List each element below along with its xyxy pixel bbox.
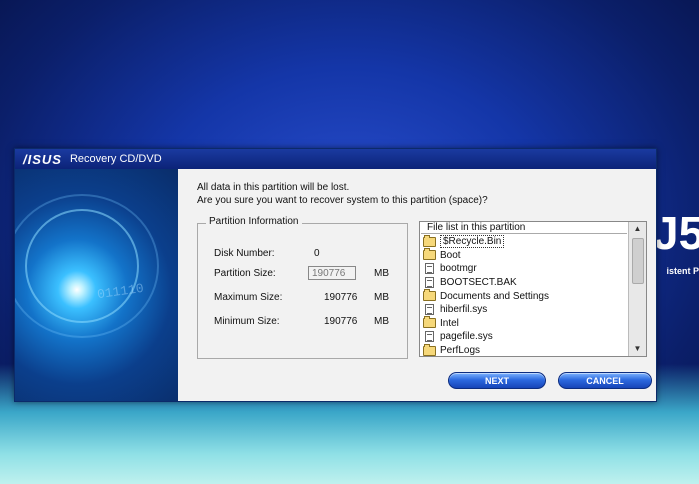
file-list-item[interactable]: $Recycle.Bin	[423, 234, 627, 249]
recovery-dialog: /ISUS Recovery CD/DVD 011110 All data in…	[14, 148, 657, 402]
warning-line-2: Are you sure you want to recover system …	[197, 195, 488, 206]
dialog-content: All data in this partition will be lost.…	[191, 169, 652, 401]
asus-logo: /ISUS	[23, 151, 62, 167]
dialog-title: Recovery CD/DVD	[69, 153, 162, 165]
dialog-titlebar: /ISUS Recovery CD/DVD	[15, 149, 656, 169]
scroll-down-icon[interactable]: ▼	[629, 342, 646, 356]
file-list-items: $Recycle.Bin Boot bootmgr BOOTSECT.BAK Docum…	[423, 234, 627, 357]
file-icon	[425, 263, 434, 275]
maximum-size-label: Maximum Size:	[214, 292, 283, 303]
file-list-item[interactable]: Boot	[423, 248, 627, 263]
maximum-size-unit: MB	[374, 292, 389, 303]
file-list-item-label: bootmgr	[440, 263, 477, 275]
file-list-item-label: $Recycle.Bin	[440, 235, 505, 249]
file-list-item[interactable]: BOOTSECT.BAK	[423, 276, 627, 290]
folder-icon	[423, 289, 436, 302]
disk-number-value: 0	[314, 248, 320, 259]
file-icon	[425, 304, 434, 316]
minimum-size-unit: MB	[374, 316, 389, 327]
partition-size-input[interactable]	[308, 266, 356, 280]
partition-size-label: Partition Size:	[214, 268, 276, 279]
art-ring	[15, 194, 159, 338]
disk-number-label: Disk Number:	[214, 248, 275, 259]
file-list-item[interactable]: Intel	[423, 316, 627, 331]
cancel-button[interactable]: CANCEL	[558, 372, 652, 389]
file-list-header: File list in this partition	[421, 222, 627, 234]
folder-icon	[423, 234, 436, 247]
maximum-size-value: 190776	[324, 292, 358, 303]
folder-icon	[423, 248, 436, 261]
file-list-item-label: Documents and Settings	[440, 290, 549, 302]
scroll-thumb[interactable]	[632, 238, 644, 284]
file-icon	[425, 277, 434, 289]
minimum-size-value: 190776	[324, 316, 358, 327]
file-list-item[interactable]: pagefile.sys	[423, 330, 627, 344]
partition-information-group: Partition Information Disk Number: 0 Par…	[197, 216, 408, 359]
next-button[interactable]: NEXT	[448, 372, 546, 389]
file-list-box[interactable]: File list in this partition $Recycle.Bin…	[419, 221, 647, 357]
file-list-item-label: Intel	[440, 317, 459, 329]
folder-icon	[423, 343, 436, 356]
partition-information-legend: Partition Information	[206, 216, 302, 227]
file-list-scrollbar[interactable]: ▲ ▼	[628, 222, 646, 356]
file-list-item[interactable]: bootmgr	[423, 262, 627, 276]
side-artwork: 011110	[15, 169, 178, 401]
warning-message: All data in this partition will be lost.…	[197, 181, 488, 207]
file-list-item-label: PerfLogs	[440, 345, 481, 357]
file-list-item[interactable]: Documents and Settings	[423, 289, 627, 303]
file-list-item[interactable]: hiberfil.sys	[423, 303, 627, 317]
file-list-item-label: Boot	[440, 249, 461, 261]
background-caption-fragment: istent P	[666, 266, 699, 276]
file-list-item-label: hiberfil.sys	[440, 304, 488, 316]
partition-size-unit: MB	[374, 268, 389, 279]
minimum-size-label: Minimum Size:	[214, 316, 280, 327]
scroll-up-icon[interactable]: ▲	[629, 222, 646, 236]
warning-line-1: All data in this partition will be lost.	[197, 182, 350, 193]
folder-icon	[423, 316, 436, 329]
file-list-item-label: BOOTSECT.BAK	[440, 277, 517, 289]
file-list-item[interactable]: PerfLogs	[423, 343, 627, 357]
file-list-item-label: pagefile.sys	[440, 331, 493, 343]
file-icon	[425, 331, 434, 343]
